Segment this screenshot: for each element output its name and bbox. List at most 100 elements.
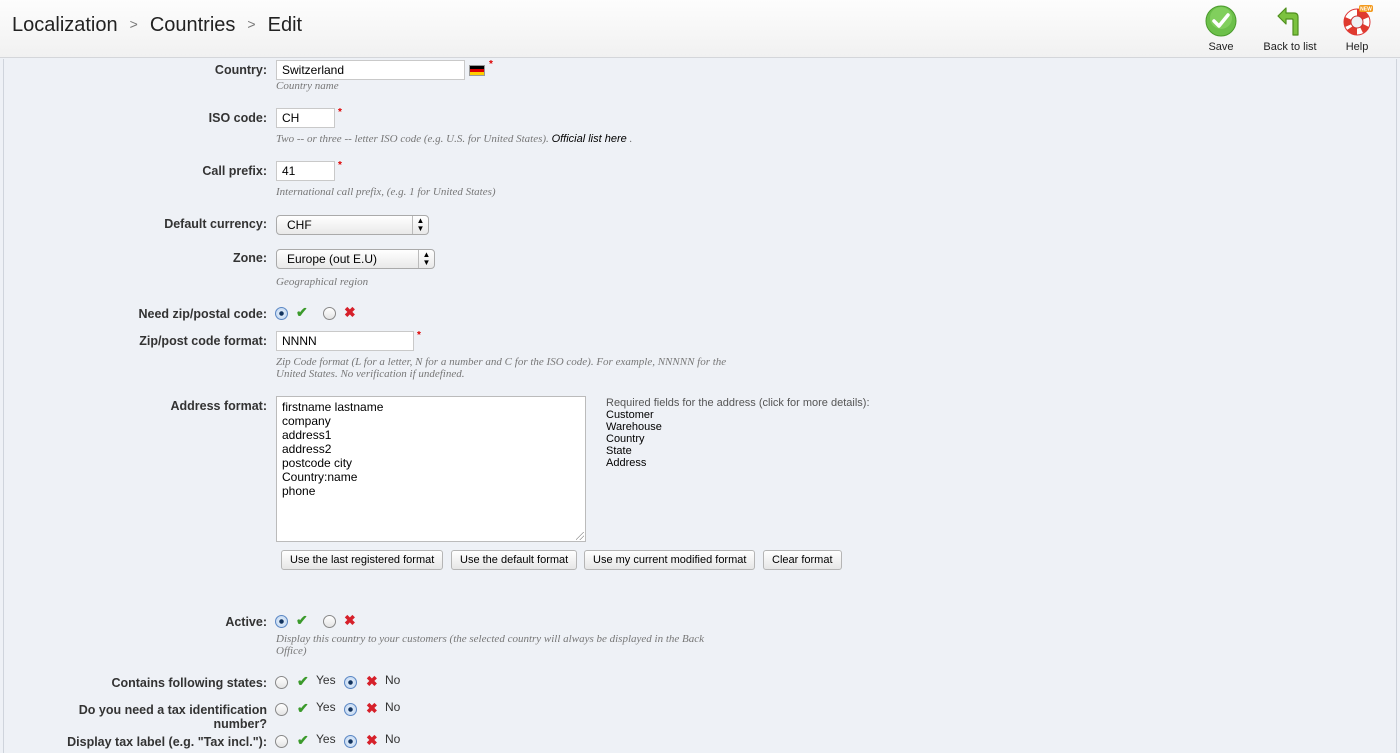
check-icon: ✔ [296,612,308,628]
zip-format-hint: Zip Code format (L for a letter, N for a… [276,356,726,380]
need-zip-yes-radio[interactable] [275,307,288,320]
no-label: No [385,700,401,714]
iso-code-hint-text: Two -- or three -- letter ISO code (e.g.… [276,133,549,145]
flag-icon[interactable] [469,65,485,76]
address-format-line: postcode city [282,456,353,470]
address-format-line: address1 [282,428,332,442]
select-arrows-icon: ▲ ▼ [418,250,434,268]
cross-icon: ✖ [366,732,378,748]
iso-code-input[interactable] [276,108,335,128]
zone-label: Zone: [232,251,267,265]
breadcrumb-item-edit: Edit [267,14,303,36]
tax-label-no-radio[interactable] [344,735,357,748]
call-prefix-input[interactable] [276,161,335,181]
iso-code-label: ISO code: [208,111,267,125]
breadcrumb-item-localization[interactable]: Localization [12,14,118,36]
contains-states-label: Contains following states: [111,676,267,690]
call-prefix-label: Call prefix: [202,164,267,178]
country-name-input[interactable] [276,60,465,80]
tax-label-label: Display tax label (e.g. "Tax incl."): [67,735,267,749]
required-marker: * [338,107,342,118]
active-yes-radio[interactable] [275,615,288,628]
country-label: Country: [214,63,267,77]
check-icon: ✔ [297,732,309,748]
back-to-list-button[interactable]: Back to list [1259,5,1321,53]
required-marker: * [489,59,493,70]
zone-hint: Geographical region [276,276,369,288]
check-icon: ✔ [297,700,309,716]
address-format-line: phone [282,484,316,498]
use-default-format-button[interactable]: Use the default format [451,550,578,570]
address-format-line: address2 [282,442,332,456]
required-field-country[interactable]: Country [606,433,870,445]
required-field-customer[interactable]: Customer [606,409,870,421]
back-arrow-icon [1277,7,1299,36]
contains-states-yes-radio[interactable] [275,676,288,689]
iso-code-hint-end: . [629,133,633,145]
tax-id-no-radio[interactable] [344,703,357,716]
no-label: No [385,673,401,687]
cross-icon: ✖ [344,304,356,320]
required-fields-title: Required fields for the address (click f… [606,397,870,409]
default-currency-value: CHF [287,218,312,232]
call-prefix-hint: International call prefix, (e.g. 1 for U… [276,186,496,198]
address-format-line: Country:name [282,470,358,484]
help-button[interactable]: NEW Help [1337,5,1377,53]
address-format-label: Address format: [170,399,267,413]
help-new-badge: NEW [1360,7,1372,13]
yes-label: Yes [316,673,336,687]
use-last-registered-format-button[interactable]: Use the last registered format [281,550,444,570]
select-arrows-icon: ▲ ▼ [412,216,428,234]
top-toolbar: Localization > Countries > Edit Save Back to… [0,0,1400,58]
breadcrumb-separator-icon: > [129,16,138,32]
required-fields-list: Required fields for the address (click f… [606,397,870,469]
required-marker: * [338,160,342,171]
yes-label: Yes [316,732,336,746]
lifebuoy-help-icon: NEW [1343,5,1373,36]
active-hint: Display this country to your customers (… [276,633,704,657]
tax-id-label-line1: Do you need a tax identification [78,703,267,717]
help-label: Help [1345,41,1369,53]
cross-icon: ✖ [366,673,378,689]
resize-handle-icon[interactable] [576,532,584,540]
iso-code-hint: Two -- or three -- letter ISO code (e.g.… [276,133,632,145]
zip-format-input[interactable] [276,331,414,351]
active-label: Active: [225,615,267,629]
default-currency-select[interactable]: CHF ▲ ▼ [276,215,429,235]
cross-icon: ✖ [366,700,378,716]
address-format-line: company [282,414,331,428]
back-to-list-label: Back to list [1263,41,1317,53]
country-edit-form: Country: * Country name ISO code: * Two … [3,59,1397,753]
required-field-warehouse[interactable]: Warehouse [606,421,870,433]
clear-format-button[interactable]: Clear format [763,550,842,570]
required-field-state[interactable]: State [606,445,870,457]
save-button[interactable]: Save [1201,5,1241,53]
breadcrumb-item-countries[interactable]: Countries [150,14,236,36]
official-list-link[interactable]: Official list here [552,133,627,145]
address-format-textarea[interactable]: firstname lastname company address1 addr… [276,396,586,542]
breadcrumb-separator-icon: > [247,16,256,32]
zone-value: Europe (out E.U) [287,252,378,266]
active-hint-line2: Office) [276,645,307,657]
tax-id-yes-radio[interactable] [275,703,288,716]
active-no-radio[interactable] [323,615,336,628]
zone-select[interactable]: Europe (out E.U) ▲ ▼ [276,249,435,269]
breadcrumb: Localization > Countries > Edit [12,14,302,37]
required-marker: * [417,330,421,341]
tax-id-label-line2: number? [213,717,267,731]
contains-states-no-radio[interactable] [344,676,357,689]
default-currency-label: Default currency: [164,217,267,231]
required-field-address[interactable]: Address [606,457,870,469]
tax-id-label: Do you need a tax identification number? [79,703,267,731]
tax-label-yes-radio[interactable] [275,735,288,748]
address-format-line: firstname lastname [282,400,384,414]
save-check-icon [1205,5,1237,37]
cross-icon: ✖ [344,612,356,628]
zip-format-label: Zip/post code format: [139,334,267,348]
no-label: No [385,732,401,746]
need-zip-no-radio[interactable] [323,307,336,320]
yes-label: Yes [316,700,336,714]
country-hint: Country name [276,80,339,92]
use-current-modified-format-button[interactable]: Use my current modified format [584,550,756,570]
zip-format-hint-line2: United States. No verification if undefi… [276,368,465,380]
